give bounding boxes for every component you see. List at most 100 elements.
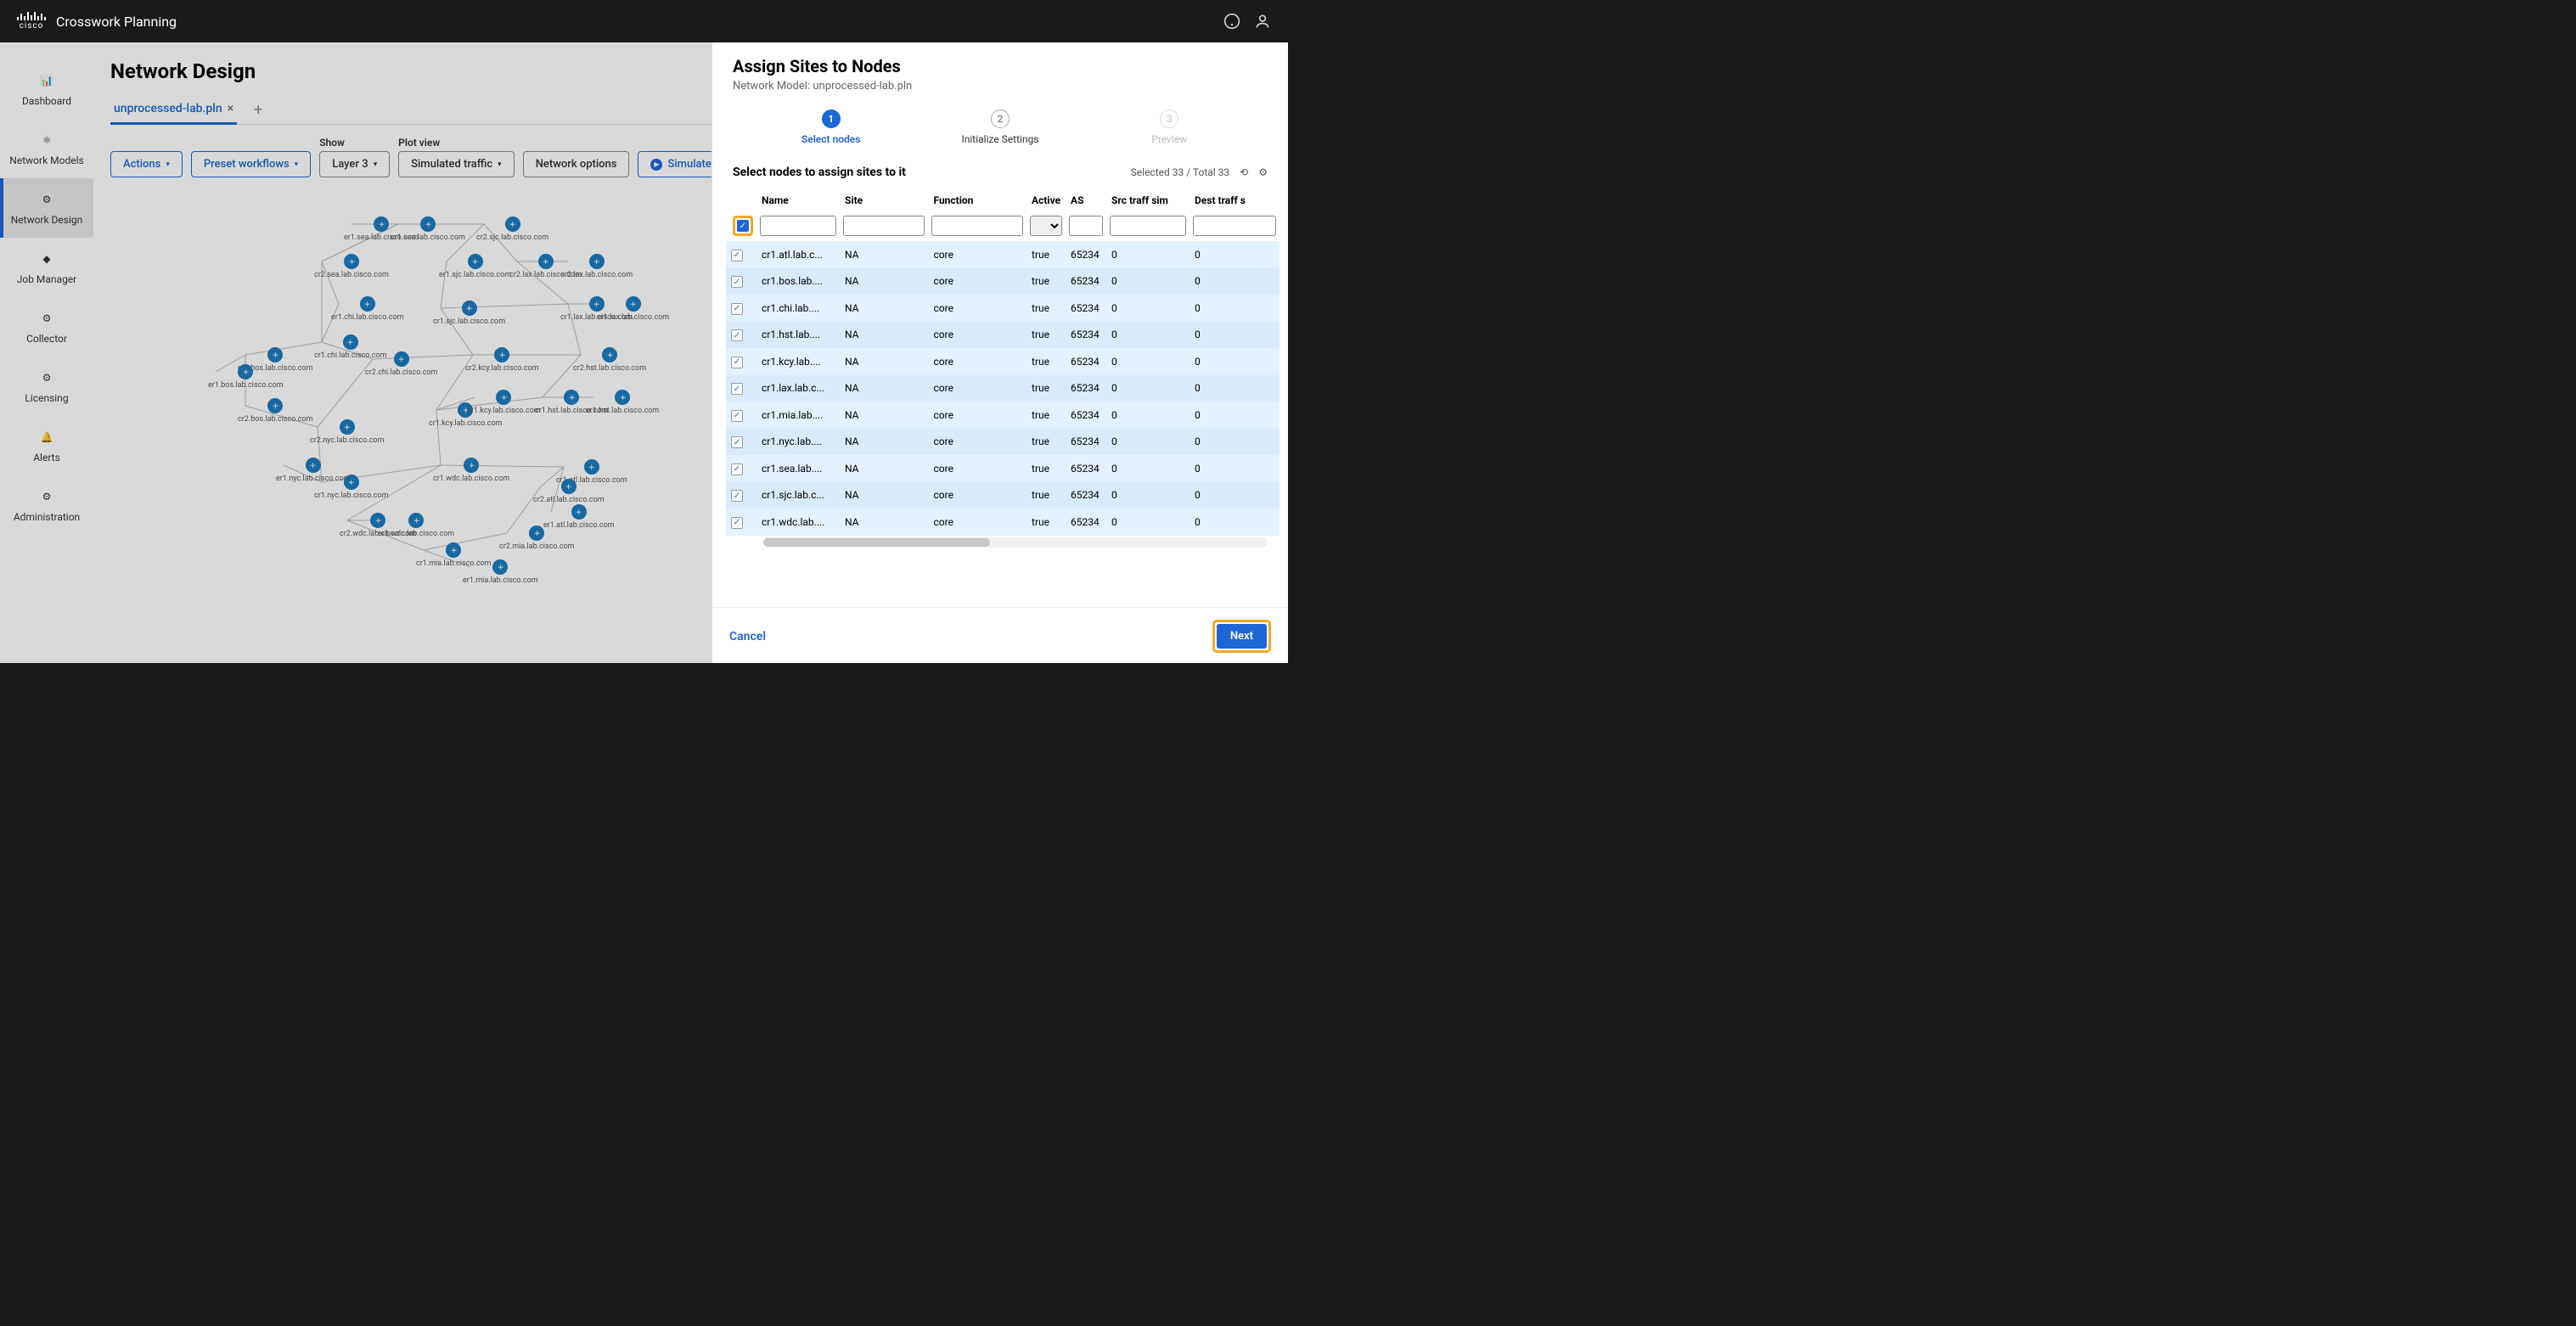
table-row[interactable]: cr1.sjc.lab.c...NAcoretrue6523400: [726, 482, 1280, 509]
row-checkbox[interactable]: [731, 490, 743, 502]
sidebar-job-manager[interactable]: ◆Job Manager: [0, 238, 93, 297]
table-row[interactable]: cr1.wdc.lab....NAcoretrue6523400: [726, 508, 1280, 536]
preset-workflows-button[interactable]: Preset workflows▾: [191, 151, 311, 177]
topology-node[interactable]: er1.chi.lab.cisco.com: [331, 296, 404, 322]
step-select-nodes[interactable]: 1Select nodes: [746, 110, 915, 145]
actions-button[interactable]: Actions▾: [110, 151, 183, 177]
plot-label: Plot view: [398, 137, 515, 149]
topology-node[interactable]: er1.lax.lab.cisco.com: [597, 296, 669, 322]
sidebar-network-design[interactable]: ⚙Network Design: [0, 178, 93, 238]
router-icon: [462, 301, 477, 316]
topology-node[interactable]: er1.sjc.lab.cisco.com: [439, 254, 511, 279]
topology-node[interactable]: cr2.sea.lab.cisco.com: [314, 254, 389, 279]
node-label: cr1.wdc.lab.cisco.com: [433, 475, 509, 483]
topology-node[interactable]: cr2.sjc.lab.cisco.com: [476, 216, 548, 242]
topology-node[interactable]: er1.kcy.lab.cisco.com: [467, 390, 541, 415]
router-icon: [496, 390, 511, 405]
col-dest-traff-s[interactable]: Dest traff s: [1190, 188, 1280, 214]
table-row[interactable]: cr1.bos.lab....NAcoretrue6523400: [726, 268, 1280, 295]
sidebar-dashboard[interactable]: 📊Dashboard: [0, 59, 93, 119]
row-checkbox[interactable]: [731, 436, 743, 448]
topology-node[interactable]: cr2.atl.lab.cisco.com: [533, 479, 605, 504]
add-tab-button[interactable]: +: [247, 98, 269, 122]
router-icon: [267, 398, 283, 413]
node-label: cr2.nyc.lab.cisco.com: [310, 436, 384, 445]
col-src-traff-sim[interactable]: Src traff sim: [1106, 188, 1190, 214]
sidebar-item-label: Job Manager: [17, 273, 77, 285]
topology-node[interactable]: cr1.wdc.lab.cisco.com: [433, 458, 509, 483]
cancel-button[interactable]: Cancel: [729, 620, 766, 653]
filter-site[interactable]: [843, 216, 925, 236]
nodes-table: NameSiteFunctionActiveASSrc traff simDes…: [726, 188, 1280, 536]
node-label: cr2.mia.lab.cisco.com: [499, 542, 575, 551]
col-site[interactable]: Site: [840, 188, 928, 214]
horizontal-scrollbar[interactable]: [763, 537, 1268, 548]
row-checkbox[interactable]: [731, 329, 743, 341]
topology-node[interactable]: er1.wdc.lab.cisco.com: [378, 513, 454, 538]
router-icon: [492, 559, 508, 575]
network-options-button[interactable]: Network options: [523, 151, 630, 177]
topology-node[interactable]: cr1.sea.lab.cisco.com: [391, 216, 465, 242]
row-checkbox[interactable]: [731, 250, 743, 261]
sidebar-alerts[interactable]: 🔔Alerts: [0, 416, 93, 475]
topology-node[interactable]: cr2.hst.lab.cisco.com: [573, 347, 646, 373]
sidebar-licensing[interactable]: ⚙Licensing: [0, 357, 93, 416]
topology-node[interactable]: cr2.kcy.lab.cisco.com: [465, 347, 539, 373]
topology-node[interactable]: cr2.bos.lab.cisco.com: [238, 398, 312, 424]
col-function[interactable]: Function: [928, 188, 1026, 214]
filter-function[interactable]: [931, 216, 1023, 236]
filter-as[interactable]: [1069, 216, 1103, 236]
step-initialize-settings[interactable]: 2Initialize Settings: [915, 110, 1084, 145]
topology-node[interactable]: er1.hst.lab.cisco.com: [586, 390, 659, 415]
row-checkbox[interactable]: [731, 464, 743, 475]
table-row[interactable]: cr1.lax.lab.c...NAcoretrue6523400: [726, 375, 1280, 402]
col-name[interactable]: Name: [756, 188, 840, 214]
tab-file[interactable]: unprocessed-lab.pln ×: [110, 95, 237, 125]
row-checkbox[interactable]: [731, 303, 743, 315]
topology-node[interactable]: cr2.mia.lab.cisco.com: [499, 525, 575, 551]
col-active[interactable]: Active: [1026, 188, 1066, 214]
next-button[interactable]: Next: [1217, 624, 1267, 649]
table-row[interactable]: cr1.atl.lab.c...NAcoretrue6523400: [726, 241, 1280, 268]
show-select[interactable]: Layer 3▾: [319, 151, 390, 177]
router-icon: [464, 458, 479, 473]
settings-icon[interactable]: ⚙: [1258, 166, 1268, 178]
close-icon[interactable]: ×: [228, 102, 233, 115]
topology-node[interactable]: cr1.sjc.lab.cisco.com: [433, 301, 505, 326]
topology-node[interactable]: cr1.nyc.lab.cisco.com: [314, 475, 388, 500]
table-row[interactable]: cr1.mia.lab....NAcoretrue6523400: [726, 402, 1280, 429]
user-icon[interactable]: [1254, 13, 1271, 30]
plot-view-select[interactable]: Simulated traffic▾: [398, 151, 515, 177]
filter-src-traff-sim[interactable]: [1110, 216, 1186, 236]
router-icon: [584, 459, 599, 475]
table-row[interactable]: cr1.hst.lab....NAcoretrue6523400: [726, 322, 1280, 349]
row-checkbox[interactable]: [731, 276, 743, 288]
node-label: cr1.sjc.lab.cisco.com: [433, 317, 505, 326]
panel-subtitle: Network Model: unprocessed-lab.pln: [733, 80, 1268, 93]
sidebar-collector[interactable]: ⚙Collector: [0, 297, 93, 357]
refresh-icon[interactable]: ⟲: [1240, 166, 1248, 178]
filter-active[interactable]: [1030, 216, 1062, 236]
table-row[interactable]: cr1.kcy.lab....NAcoretrue6523400: [726, 348, 1280, 375]
help-icon[interactable]: [1223, 13, 1240, 30]
table-row[interactable]: cr1.chi.lab....NAcoretrue6523400: [726, 295, 1280, 322]
topology-node[interactable]: cr2.nyc.lab.cisco.com: [310, 419, 384, 445]
table-row[interactable]: cr1.sea.lab....NAcoretrue6523400: [726, 455, 1280, 482]
filter-name[interactable]: [760, 216, 836, 236]
topology-node[interactable]: er2.lax.lab.cisco.com: [560, 254, 633, 279]
row-checkbox[interactable]: [731, 410, 743, 422]
col-as[interactable]: AS: [1066, 188, 1106, 214]
sidebar-network-models[interactable]: ⚛Network Models: [0, 119, 93, 178]
topology-node[interactable]: er1.bos.lab.cisco.com: [208, 364, 283, 390]
node-label: cr2.hst.lab.cisco.com: [573, 364, 646, 373]
row-checkbox[interactable]: [731, 383, 743, 395]
select-all-checkbox[interactable]: [737, 220, 749, 232]
row-checkbox[interactable]: [731, 357, 743, 368]
table-row[interactable]: cr1.nyc.lab....NAcoretrue6523400: [726, 429, 1280, 456]
sidebar-administration[interactable]: ⚙Administration: [0, 475, 93, 535]
filter-dest-traff-s[interactable]: [1193, 216, 1276, 236]
sidebar-item-label: Administration: [14, 511, 80, 523]
topology-node[interactable]: cr2.chi.lab.cisco.com: [365, 351, 437, 377]
topology-node[interactable]: er1.mia.lab.cisco.com: [463, 559, 538, 585]
row-checkbox[interactable]: [731, 517, 743, 529]
